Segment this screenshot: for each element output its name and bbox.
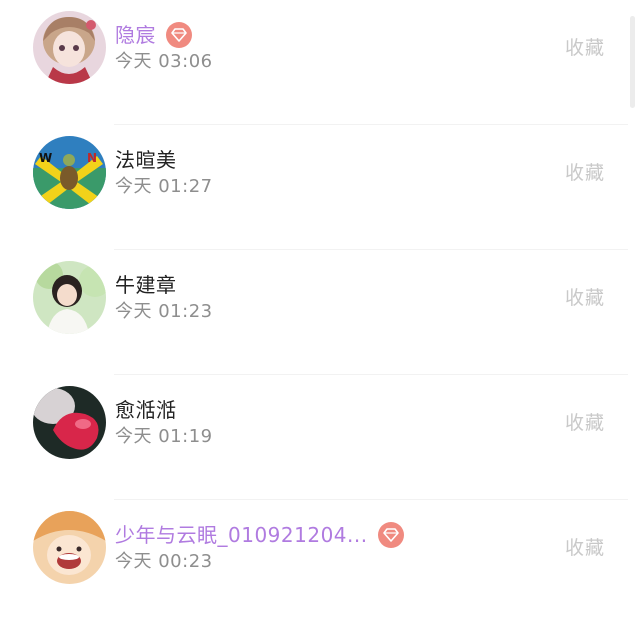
- contact-name: 牛建章: [115, 273, 177, 297]
- diamond-icon: [166, 22, 192, 48]
- message-time: 今天 01:19: [115, 426, 213, 447]
- favorite-button[interactable]: 收藏: [560, 536, 610, 560]
- avatar[interactable]: [33, 261, 106, 334]
- list-item[interactable]: 牛建章 今天 01:23 收藏: [0, 250, 628, 375]
- avatar[interactable]: [33, 11, 106, 84]
- name-line: 少年与云眠_010921204...: [115, 520, 404, 550]
- list-item[interactable]: 隐宸 今天 03:06 收藏: [0, 0, 628, 125]
- contact-name: 少年与云眠_010921204...: [115, 523, 368, 547]
- conversation-list: 隐宸 今天 03:06 收藏 W N 法暄美 今天 01:27 收藏 牛建章 今…: [0, 0, 640, 598]
- name-line: 牛建章: [115, 270, 177, 300]
- message-time: 今天 00:23: [115, 551, 213, 572]
- favorite-button[interactable]: 收藏: [560, 286, 610, 310]
- message-time: 今天 01:23: [115, 301, 213, 322]
- contact-name: 法暄美: [115, 148, 177, 172]
- message-time: 今天 01:27: [115, 176, 213, 197]
- svg-text:W: W: [39, 151, 52, 165]
- name-line: 隐宸: [115, 20, 192, 50]
- avatar[interactable]: [33, 511, 106, 584]
- diamond-icon: [377, 522, 404, 548]
- scrollbar[interactable]: [630, 16, 635, 108]
- avatar[interactable]: W N: [33, 136, 106, 209]
- favorite-button[interactable]: 收藏: [560, 411, 610, 435]
- svg-text:N: N: [87, 151, 97, 165]
- contact-name: 愈湉湉: [115, 398, 177, 422]
- avatar[interactable]: [33, 386, 106, 459]
- favorite-button[interactable]: 收藏: [560, 36, 610, 60]
- message-time: 今天 03:06: [115, 51, 213, 72]
- contact-name: 隐宸: [115, 23, 156, 47]
- name-line: 愈湉湉: [115, 395, 177, 425]
- name-line: 法暄美: [115, 145, 177, 175]
- favorite-button[interactable]: 收藏: [560, 161, 610, 185]
- list-item[interactable]: 少年与云眠_010921204... 今天 00:23 收藏: [0, 500, 628, 625]
- list-item[interactable]: W N 法暄美 今天 01:27 收藏: [0, 125, 628, 250]
- list-item[interactable]: 愈湉湉 今天 01:19 收藏: [0, 375, 628, 500]
